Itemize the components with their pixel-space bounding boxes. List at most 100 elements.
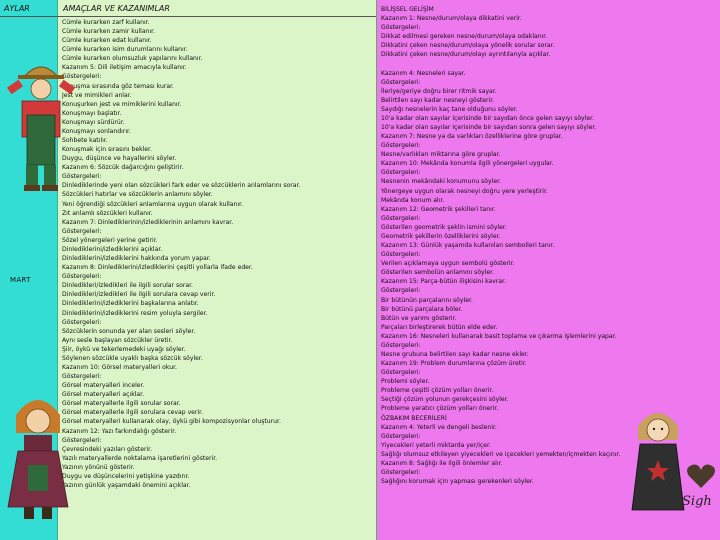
list-item: Kazanım 10: Mekânda konumla ilgili yöner… xyxy=(381,160,554,168)
list-item: Kazanım 12: Geometrik şekilleri tanır. xyxy=(381,205,496,213)
list-item: Konuşurken jest ve mimiklerini kullanır. xyxy=(62,100,182,108)
list-item: Görsel materyalleri açıklar. xyxy=(62,391,145,399)
middle-goals-list: Cümle kurarken zarf kullanır. Cümle kurar… xyxy=(62,18,374,490)
list-item: Görsel materyallerle ilgili sorular sora… xyxy=(62,400,181,408)
list-item: Yeni öğrendiği sözcükleri anlamlarına uy… xyxy=(62,200,243,208)
list-item: Duygu, düşünce ve hayallerini söyler. xyxy=(62,155,177,163)
list-item: Kazanım 1: Nesne/durum/olaya dikkatini v… xyxy=(381,15,522,23)
list-item: Geometrik şekillerin özelliklerini söyle… xyxy=(381,232,501,240)
list-item: Kazanım 5: Dili iletişim amacıyla kullan… xyxy=(62,64,187,72)
list-item: Konuşma sırasında göz teması kurar. xyxy=(62,82,174,90)
list-item: Çevresindeki yazıları gösterir. xyxy=(62,445,153,453)
list-item: İleriye/geriye doğru birer ritmik sayar. xyxy=(381,87,497,95)
list-item: Gösterilen geometrik şeklin ismini söyle… xyxy=(381,223,507,231)
list-item: Mekânda konum alır. xyxy=(381,196,445,204)
list-item: Duygu ve düşüncelerini yetişkine yazdırı… xyxy=(62,472,190,480)
doll-illustration-right xyxy=(631,413,685,511)
list-item: Sözcükleri hatırlar ve sözcüklerin anlam… xyxy=(62,191,213,199)
list-item: Yazının yönünü gösterir. xyxy=(62,463,135,471)
list-item xyxy=(381,59,719,68)
list-item: Cümle kurarken edat kullanır. xyxy=(62,37,152,45)
list-item: Göstergeleri: xyxy=(381,369,421,377)
heart-icon xyxy=(687,464,715,488)
header-divider xyxy=(0,16,376,17)
list-item: Konuşmayı başlatır. xyxy=(62,109,122,117)
list-item: Söylenen sözcükle uyaklı başka sözcük sö… xyxy=(62,354,203,362)
list-item: 10'a kadar olan sayılar içerisinde bir s… xyxy=(381,124,597,132)
list-item: Kazanım 12: Yazı farkındalığı gösterir. xyxy=(62,427,177,435)
list-item: Bütün ve yarımı gösterir. xyxy=(381,314,457,322)
list-item: Yönergeye uygun olarak nesneyi doğru yer… xyxy=(381,187,548,195)
list-item: Kazanım 8: Dinlediklerini/izlediklerini … xyxy=(62,264,253,272)
list-item: Parçaları birleştirerek bütün elde eder. xyxy=(381,323,498,331)
list-item: Konuşmayı sonlandırır. xyxy=(62,127,131,135)
list-item: Nesne/varlıkları miktarına göre gruplar. xyxy=(381,151,501,159)
months-header: AYLAR xyxy=(4,4,30,13)
signature-text: Sigh xyxy=(682,494,712,509)
list-item: Konuşmak için sırasını bekler. xyxy=(62,146,152,154)
list-item: Göstergeleri: xyxy=(381,169,421,177)
list-item: Kazanım 4: Nesneleri sayar. xyxy=(381,69,466,77)
list-item: Nesnenin mekândaki konumunu söyler. xyxy=(381,178,501,186)
list-item: Saydığı nesnelerin kaç tane olduğunu söy… xyxy=(381,105,518,113)
month-label: MART xyxy=(10,276,31,284)
list-item: Göstergeleri: xyxy=(62,273,102,281)
list-item: Bir bütünü parçalara böler. xyxy=(381,305,463,313)
list-item: Dinlediklerini/izlediklerini hakkında yo… xyxy=(62,255,211,263)
list-item: Göstergeleri: xyxy=(381,341,421,349)
list-item: Nesne grubuna belirtilen sayı kadar nesn… xyxy=(381,350,529,358)
list-item: Kazanım 15: Parça-bütün ilişkisini kavra… xyxy=(381,278,507,286)
list-item: BİLİŞSEL GELİŞİM xyxy=(381,6,434,13)
list-item: Göstergeleri: xyxy=(381,78,421,86)
list-item: Yazının günlük yaşamdaki önemini açıklar… xyxy=(62,481,191,489)
list-item: Dikkatini çeken nesne/durum/olaya yöneli… xyxy=(381,42,555,50)
list-item: Konuşmayı sürdürür. xyxy=(62,118,125,126)
list-item: Dinlediklerini/izlediklerini açıklar. xyxy=(62,245,163,253)
list-item: Aynı sesle başlayan sözcükler üretir. xyxy=(62,336,173,344)
list-item: Dinlediklerini/izlediklerini resim yoluy… xyxy=(62,309,208,317)
list-item: Kazanım 7: Nesne ya da varlıkları özelli… xyxy=(381,133,563,141)
list-item: Dinledikleri/izledikleri ile ilgili soru… xyxy=(62,282,193,290)
list-item: Dinledikleri/izledikleri ile ilgili soru… xyxy=(62,291,216,299)
list-item: Cümle kurarken isim durumlarını kullanır… xyxy=(62,46,188,54)
list-item: Bir bütünün parçalarını söyler. xyxy=(381,296,473,304)
list-item: Kazanım 7: Dinlediklerinin/izlediklerini… xyxy=(62,218,234,226)
list-item: Problemi söyler. xyxy=(381,378,430,386)
list-item: Göstergeleri: xyxy=(62,227,102,235)
goals-header: AMAÇLAR VE KAZANIMLAR xyxy=(63,4,170,13)
list-item: Cümle kurarken olumsuzluk yapılarını kul… xyxy=(62,55,203,63)
list-item: Göstergeleri: xyxy=(381,251,421,259)
list-item: Kazanım 10: Görsel materyalleri okur. xyxy=(62,363,177,371)
list-item: Kazanım 19: Problem durumlarına çözüm ür… xyxy=(381,360,527,368)
list-item: Belirtilen sayı kadar nesneyi gösterir. xyxy=(381,96,495,104)
list-item: Sohbete katılır. xyxy=(62,137,108,145)
list-item: Görsel materyalleri kullanarak olay, öyk… xyxy=(62,418,281,426)
list-item: Jest ve mimikleri anlar. xyxy=(62,91,132,99)
list-item: Zıt anlamlı sözcükleri kullanır. xyxy=(62,209,153,217)
list-item: Görsel materyalleri inceler. xyxy=(62,382,145,390)
doll-illustration xyxy=(7,400,69,519)
list-item: Şiir, öykü ve tekerlemedeki uyağı söyler… xyxy=(62,345,186,353)
list-item: 10'a kadar olan sayılar içerisinde bir s… xyxy=(381,114,594,122)
list-item: Dinlediklerinde yeni olan sözcükleri far… xyxy=(62,182,301,190)
list-item: Verilen açıklamaya uygun sembolü gösteri… xyxy=(381,260,515,268)
list-item: Göstergeleri: xyxy=(62,73,102,81)
plan-table: AYLAR AMAÇLAR VE KAZANIMLAR MART Cümle k… xyxy=(0,0,720,540)
list-item: Göstergeleri: xyxy=(381,214,421,222)
list-item: Kazanım 16: Nesneleri kullanarak basit t… xyxy=(381,332,617,340)
list-item: Sözel yönergeleri yerine getirir. xyxy=(62,236,158,244)
scarecrow-illustration xyxy=(6,66,76,191)
list-item: Göstergeleri: xyxy=(62,373,102,381)
list-item: Sözcüklerin sonunda yer alan sesleri söy… xyxy=(62,327,196,335)
list-item: Göstergeleri: xyxy=(62,173,102,181)
list-item: Göstergeleri: xyxy=(62,436,102,444)
list-item: Probleme çeşitli çözüm yolları önerir. xyxy=(381,387,494,395)
list-item: Kazanım 6: Sözcük dağarcığını geliştirir… xyxy=(62,164,184,172)
list-item: Dikkatini çeken nesne/durum/olayı ayrınt… xyxy=(381,51,551,59)
list-item: Dikkat edilmesi gereken nesne/durum/olay… xyxy=(381,33,548,41)
list-item: Göstergeleri: xyxy=(381,24,421,32)
list-item: Göstergeleri: xyxy=(381,287,421,295)
list-item: Göstergeleri: xyxy=(381,142,421,150)
list-item: Kazanım 13: Günlük yaşamda kullanılan se… xyxy=(381,242,555,250)
list-item: Görsel materyallerle ilgili sorulara cev… xyxy=(62,409,204,417)
